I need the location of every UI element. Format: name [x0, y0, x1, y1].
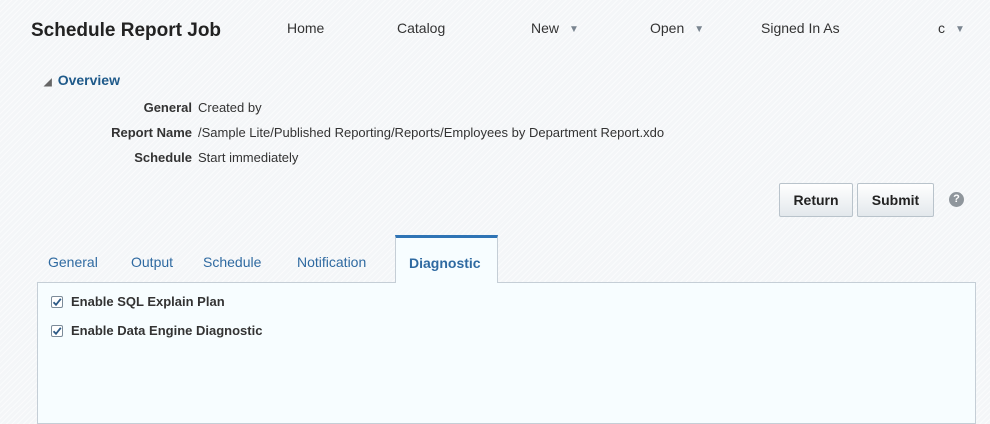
nav-new-label: New	[531, 20, 560, 36]
overview-schedule-value: Start immediately	[198, 150, 299, 165]
nav-catalog-link[interactable]: Catalog	[397, 20, 445, 36]
tab-diagnostic-label: Diagnostic	[409, 255, 481, 271]
tab-schedule[interactable]: Schedule	[203, 254, 261, 270]
collapse-triangle-icon: ◢	[44, 77, 52, 88]
tab-output[interactable]: Output	[131, 254, 173, 270]
overview-general-label: General	[143, 100, 192, 115]
submit-button[interactable]: Submit	[857, 183, 934, 217]
tab-diagnostic[interactable]: Diagnostic	[395, 235, 498, 283]
overview-toggle[interactable]: ◢ Overview	[44, 72, 120, 88]
nav-open-menu[interactable]: Open ▼	[650, 20, 704, 36]
header-bar: Schedule Report Job Home Catalog New ▼ Op…	[0, 0, 990, 55]
sql-explain-plan-option: Enable SQL Explain Plan	[51, 294, 225, 309]
nav-user-menu[interactable]: c ▼	[938, 20, 965, 36]
dropdown-arrow-icon: ▼	[694, 24, 705, 35]
tab-general[interactable]: General	[48, 254, 98, 270]
nav-user-label: c	[938, 20, 945, 36]
return-button[interactable]: Return	[779, 183, 853, 217]
overview-report-name-label: Report Name	[111, 125, 192, 140]
nav-home-link[interactable]: Home	[287, 20, 324, 36]
dropdown-arrow-icon: ▼	[569, 24, 579, 35]
dropdown-arrow-icon: ▼	[955, 24, 965, 35]
nav-signed-in-label: Signed In As	[761, 20, 840, 36]
data-engine-diagnostic-label: Enable Data Engine Diagnostic	[71, 323, 263, 338]
nav-open-label: Open	[650, 20, 685, 36]
data-engine-diagnostic-checkbox[interactable]	[51, 324, 63, 337]
overview-report-name-value: /Sample Lite/Published Reporting/Reports…	[198, 125, 665, 140]
overview-schedule-label: Schedule	[134, 150, 192, 165]
sql-explain-plan-label: Enable SQL Explain Plan	[71, 294, 225, 309]
overview-label: Overview	[57, 72, 120, 88]
data-engine-diagnostic-option: Enable Data Engine Diagnostic	[51, 323, 262, 338]
checkmark-icon	[52, 326, 62, 335]
nav-new-menu[interactable]: New ▼	[531, 20, 579, 36]
tab-notification[interactable]: Notification	[297, 254, 366, 270]
help-icon[interactable]: ?	[949, 192, 964, 207]
checkmark-icon	[52, 297, 62, 306]
overview-general-value: Created by	[198, 100, 262, 115]
sql-explain-plan-checkbox[interactable]	[51, 295, 63, 308]
page-title: Schedule Report Job	[31, 20, 222, 41]
